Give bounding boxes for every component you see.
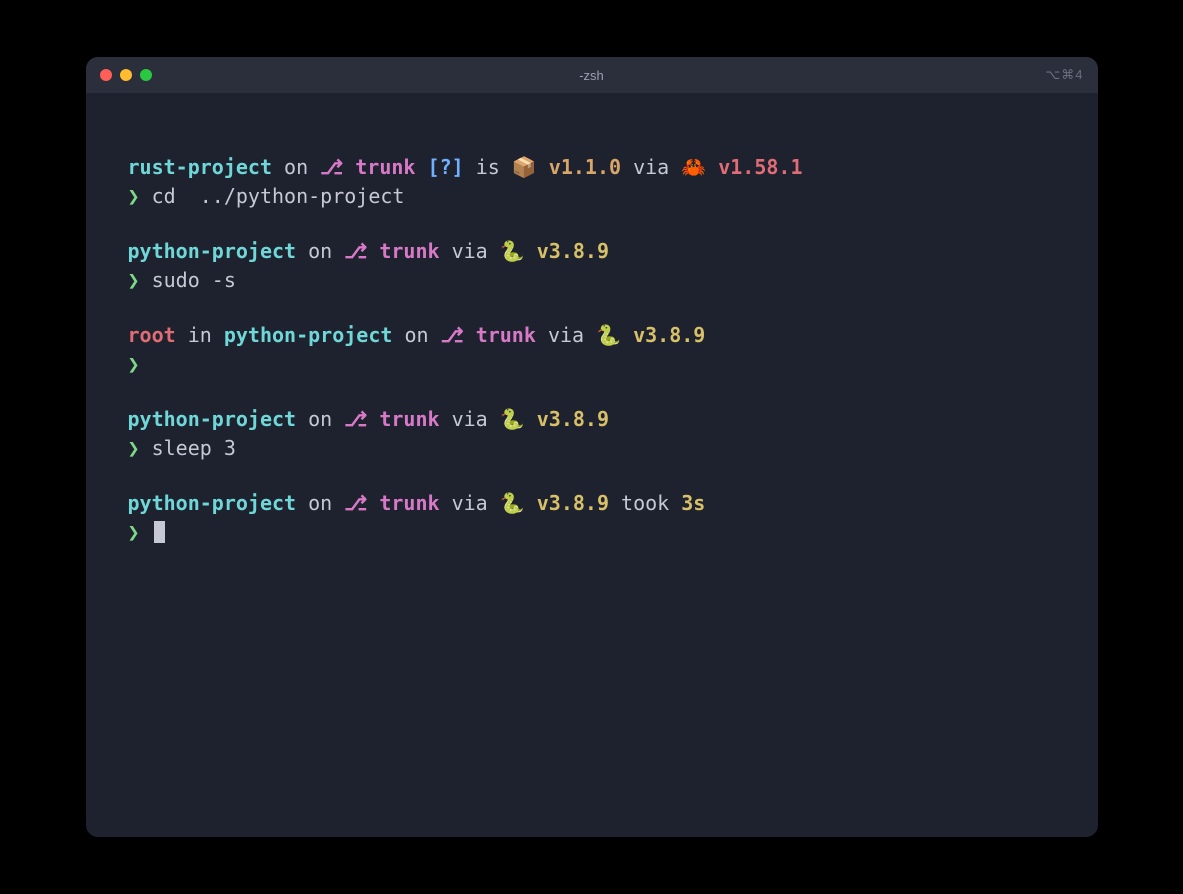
prompt-block: python-project on ⎇ trunk via 🐍 v3.8.9❯ …	[128, 237, 1056, 295]
command-text: cd ../python-project	[140, 184, 405, 208]
traffic-lights	[100, 69, 152, 81]
segment-ver-y: v3.8.9	[537, 239, 609, 263]
cursor	[154, 521, 165, 543]
segment-brack: [?]	[428, 155, 464, 179]
segment-gicon: ⎇	[344, 491, 379, 515]
segment-yellow: 3s	[681, 491, 705, 515]
prompt-context-line: python-project on ⎇ trunk via 🐍 v3.8.9	[128, 237, 1056, 266]
segment-ver-r: 🦀	[681, 155, 718, 179]
segment-branch: trunk	[476, 323, 536, 347]
segment-branch: trunk	[355, 155, 415, 179]
zoom-icon[interactable]	[140, 69, 152, 81]
segment-muted: on	[296, 239, 344, 263]
segment-branch: trunk	[379, 407, 439, 431]
terminal-window: -zsh ⌥⌘4 rust-project on ⎇ trunk [?] is …	[86, 57, 1098, 837]
segment-muted	[415, 155, 427, 179]
command-text	[140, 520, 152, 544]
segment-gicon: ⎇	[441, 323, 476, 347]
command-line[interactable]: ❯	[128, 350, 1056, 379]
segment-muted: via	[621, 155, 681, 179]
segment-ver-y: v3.8.9	[633, 323, 705, 347]
command-text: sudo -s	[140, 268, 236, 292]
segment-muted: on	[392, 323, 440, 347]
segment-ver-y: v3.8.9	[537, 491, 609, 515]
prompt-context-line: root in python-project on ⎇ trunk via 🐍 …	[128, 321, 1056, 350]
prompt-block: python-project on ⎇ trunk via 🐍 v3.8.9❯ …	[128, 405, 1056, 463]
segment-muted: on	[272, 155, 320, 179]
segment-ver-y: v3.8.9	[537, 407, 609, 431]
command-text: sleep 3	[140, 436, 236, 460]
segment-gicon: ⎇	[320, 155, 355, 179]
command-line[interactable]: ❯ sleep 3	[128, 434, 1056, 463]
segment-dir: python-project	[128, 407, 297, 431]
titlebar: -zsh ⌥⌘4	[86, 57, 1098, 93]
segment-muted: via	[536, 323, 596, 347]
prompt-symbol: ❯	[128, 184, 140, 208]
segment-branch: trunk	[379, 239, 439, 263]
prompt-symbol: ❯	[128, 268, 140, 292]
segment-dir: rust-project	[128, 155, 273, 179]
segment-ver-y: 🐍	[500, 491, 537, 515]
segment-pkg: 📦	[512, 155, 549, 179]
prompt-symbol: ❯	[128, 436, 140, 460]
segment-ver-y: 🐍	[500, 239, 537, 263]
prompt-block: rust-project on ⎇ trunk [?] is 📦 v1.1.0 …	[128, 153, 1056, 211]
prompt-symbol: ❯	[128, 352, 140, 376]
segment-pkg: v1.1.0	[549, 155, 621, 179]
segment-ver-r: v1.58.1	[718, 155, 802, 179]
segment-gicon: ⎇	[344, 407, 379, 431]
close-icon[interactable]	[100, 69, 112, 81]
window-title: -zsh	[86, 68, 1098, 83]
shortcut-hint: ⌥⌘4	[1045, 67, 1083, 83]
prompt-context-line: python-project on ⎇ trunk via 🐍 v3.8.9	[128, 405, 1056, 434]
prompt-block: python-project on ⎇ trunk via 🐍 v3.8.9 t…	[128, 489, 1056, 547]
segment-muted: is	[464, 155, 512, 179]
command-line[interactable]: ❯ cd ../python-project	[128, 182, 1056, 211]
prompt-context-line: python-project on ⎇ trunk via 🐍 v3.8.9 t…	[128, 489, 1056, 518]
segment-muted: via	[440, 239, 500, 263]
terminal-body[interactable]: rust-project on ⎇ trunk [?] is 📦 v1.1.0 …	[86, 93, 1098, 837]
prompt-symbol: ❯	[128, 520, 140, 544]
segment-dir: python-project	[128, 239, 297, 263]
prompt-context-line: rust-project on ⎇ trunk [?] is 📦 v1.1.0 …	[128, 153, 1056, 182]
segment-dir: python-project	[224, 323, 393, 347]
segment-muted: via	[440, 491, 500, 515]
minimize-icon[interactable]	[120, 69, 132, 81]
segment-muted: in	[176, 323, 224, 347]
command-line[interactable]: ❯ sudo -s	[128, 266, 1056, 295]
command-text	[140, 352, 152, 376]
segment-muted: on	[296, 407, 344, 431]
segment-gicon: ⎇	[344, 239, 379, 263]
segment-ver-y: 🐍	[596, 323, 633, 347]
segment-branch: trunk	[379, 491, 439, 515]
segment-ver-y: 🐍	[500, 407, 537, 431]
segment-muted: via	[440, 407, 500, 431]
segment-muted: on	[296, 491, 344, 515]
segment-dir: python-project	[128, 491, 297, 515]
segment-muted: took	[609, 491, 681, 515]
segment-root: root	[128, 323, 176, 347]
prompt-block: root in python-project on ⎇ trunk via 🐍 …	[128, 321, 1056, 379]
command-line[interactable]: ❯	[128, 518, 1056, 547]
